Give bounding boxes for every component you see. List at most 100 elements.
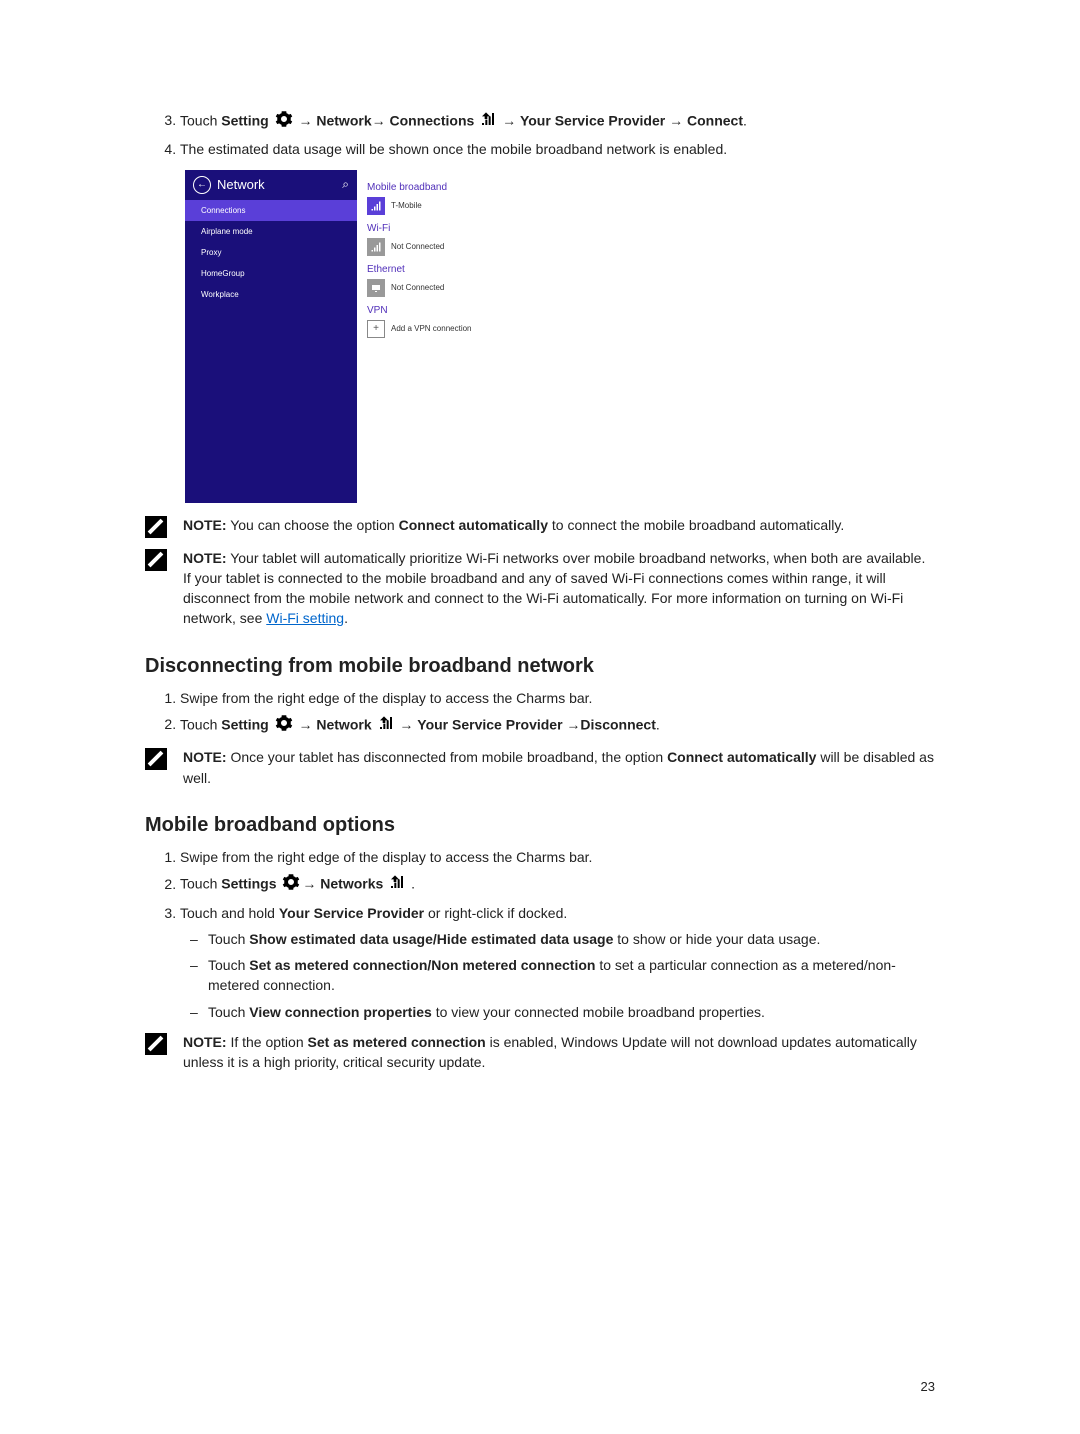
arrow: → [372,112,386,128]
kw-provider: Your Service Provider [520,112,665,128]
sub-3: Touch View connection properties to view… [208,1002,935,1022]
note1-post: to connect the mobile broadband automati… [548,517,844,533]
gear-icon [275,110,293,133]
sub3-pre: Touch [208,1004,249,1020]
opt3-post: or right-click if docked. [424,905,567,921]
note-icon [145,548,173,629]
text: Touch [180,112,221,128]
arrow: → [399,716,413,732]
sub3-post: to view your connected mobile broadband … [432,1004,765,1020]
arrow: → [566,716,580,732]
note-4: NOTE: If the option Set as metered conne… [145,1032,935,1073]
kw-networks: Networks [320,876,383,892]
note-3: NOTE: Once your tablet has disconnected … [145,747,935,788]
wifi-signal-icon [367,238,385,256]
disc-step-2: Touch Setting → Network → Your Service P… [180,714,935,737]
kw-settings: Settings [221,876,276,892]
note-1: NOTE: You can choose the option Connect … [145,515,935,538]
sub-1: Touch Show estimated data usage/Hide est… [208,929,935,949]
kw-connections: Connections [390,112,475,128]
disconnect-steps: Swipe from the right edge of the display… [145,688,935,738]
mobile-label: Mobile broadband [367,182,537,193]
text: Touch [180,716,221,732]
ethernet-status: Not Connected [391,283,444,292]
opt-step-1: Swipe from the right edge of the display… [180,847,935,867]
page-number: 23 [921,1379,935,1394]
nav-homegroup[interactable]: HomeGroup [185,263,357,284]
kw-network: Network [316,716,371,732]
arrow: → [502,112,516,128]
step-3: Touch Setting → Network→ Connections → Y… [180,110,935,133]
document-page: Touch Setting → Network→ Connections → Y… [0,0,1080,1434]
vpn-add: Add a VPN connection [391,324,472,333]
nav-proxy[interactable]: Proxy [185,242,357,263]
options-sublist: Touch Show estimated data usage/Hide est… [180,929,935,1022]
heading-options: Mobile broadband options [145,814,935,837]
step-4: The estimated data usage will be shown o… [180,139,935,159]
wifi-label: Wi-Fi [367,223,537,234]
nav-workplace[interactable]: Workplace [185,284,357,305]
opt-step-2: Touch Settings → Networks . [180,873,935,896]
network-settings-panel: ← Network ⌕ Connections Airplane mode Pr… [185,170,547,503]
text: Touch [180,876,221,892]
ethernet-label: Ethernet [367,264,537,275]
note1-pre: You can choose the option [227,517,399,533]
note-label: NOTE: [183,517,227,533]
sub2-pre: Touch [208,957,249,973]
panel-header: ← Network ⌕ [185,170,357,200]
ethernet-item[interactable]: Not Connected [367,279,537,297]
sub1-pre: Touch [208,931,249,947]
mobile-item[interactable]: T-Mobile [367,197,537,215]
wifi-setting-link[interactable]: Wi-Fi setting [266,610,344,626]
note-icon [145,515,173,538]
note1-bold: Connect automatically [399,517,548,533]
signal-icon [389,874,405,895]
note-icon [145,747,173,788]
note-2: NOTE: Your tablet will automatically pri… [145,548,935,629]
kw-provider: Your Service Provider [417,716,562,732]
note3-bold: Connect automatically [667,749,816,765]
note4-pre: If the option [227,1034,308,1050]
sub1-bold: Show estimated data usage/Hide estimated… [249,931,613,947]
wifi-status: Not Connected [391,242,444,251]
sub1-post: to show or hide your data usage. [613,931,820,947]
gear-icon [275,714,293,737]
kw-setting: Setting [221,716,268,732]
note4-bold: Set as metered connection [308,1034,486,1050]
nav-airplane[interactable]: Airplane mode [185,221,357,242]
kw-network: Network [316,112,371,128]
sub-2: Touch Set as metered connection/Non mete… [208,955,935,996]
arrow: → [669,112,683,128]
arrow: → [298,716,312,732]
note-icon [145,1032,173,1073]
vpn-item[interactable]: + Add a VPN connection [367,320,537,338]
back-icon[interactable]: ← [193,176,211,194]
heading-disconnect: Disconnecting from mobile broadband netw… [145,655,935,678]
kw-disconnect: Disconnect [580,716,655,732]
sub3-bold: View connection properties [249,1004,432,1020]
options-steps: Swipe from the right edge of the display… [145,847,935,1022]
search-icon[interactable]: ⌕ [342,177,349,192]
steps-top: Touch Setting → Network→ Connections → Y… [145,110,935,160]
note-label: NOTE: [183,749,227,765]
panel-sidebar: ← Network ⌕ Connections Airplane mode Pr… [185,170,357,503]
mobile-name: T-Mobile [391,201,422,210]
nav-connections[interactable]: Connections [185,200,357,221]
ethernet-icon [367,279,385,297]
disc-step-1: Swipe from the right edge of the display… [180,688,935,708]
wifi-item[interactable]: Not Connected [367,238,537,256]
sub2-bold: Set as metered connection/Non metered co… [249,957,595,973]
vpn-label: VPN [367,305,537,316]
opt-step-3: Touch and hold Your Service Provider or … [180,903,935,1022]
gear-icon [282,873,300,896]
signal-icon [378,715,394,736]
kw-setting: Setting [221,112,268,128]
signal-icon [480,111,496,132]
arrow: → [302,876,316,892]
note-label: NOTE: [183,550,227,566]
panel-title: Network [217,177,265,192]
kw-connect: Connect [687,112,743,128]
opt3-pre: Touch and hold [180,905,279,921]
mobile-signal-icon [367,197,385,215]
note3-pre: Once your tablet has disconnected from m… [227,749,668,765]
